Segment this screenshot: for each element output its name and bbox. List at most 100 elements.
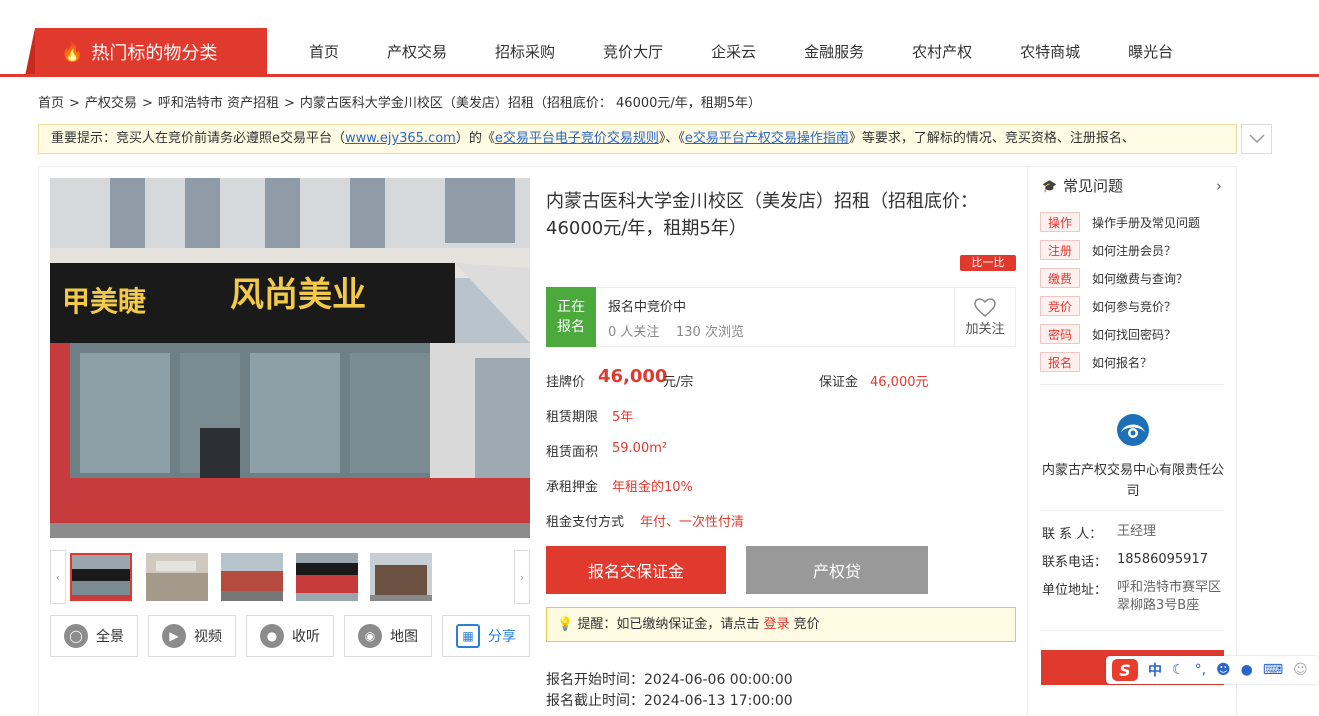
rent-deposit-label: 承租押金 [546, 480, 599, 495]
emoji-icon[interactable]: ☻ [1216, 662, 1231, 678]
category-menu-button[interactable]: 🔥 热门标的物分类 [25, 28, 267, 76]
microphone-icon: ● [260, 624, 284, 648]
lease-term-label: 租赁期限 [546, 410, 599, 425]
phone-value: 18586095917 [1117, 552, 1208, 567]
login-link[interactable]: 登录 [763, 617, 789, 632]
phone-label: 联系电话： [1042, 555, 1108, 570]
status-stats: 0 人关注 130 次浏览 [608, 325, 744, 340]
chevron-down-icon [1248, 134, 1265, 144]
deposit-reminder: 💡 提醒：如已缴纳保证金，请点击 登录 竞价 [546, 607, 1016, 642]
graduation-cap-icon: 🎓 [1042, 178, 1057, 193]
nav-item-finance[interactable]: 金融服务 [804, 41, 864, 62]
nav-item-exposure[interactable]: 曝光台 [1128, 41, 1173, 62]
faq-item-operation[interactable]: 操作 操作手册及常见问题 [1040, 211, 1230, 233]
payment-label: 租金支付方式 [546, 515, 625, 530]
lease-term-value: 5年 [612, 410, 634, 425]
flame-icon: 🔥 [61, 41, 84, 63]
microphone-icon[interactable]: ● [1241, 662, 1253, 678]
nav-item-procurement[interactable]: 企采云 [711, 41, 756, 62]
status-badge: 正在报名 [546, 287, 596, 347]
category-label: 热门标的物分类 [91, 43, 218, 64]
share-button[interactable]: ▦ 分享 [442, 615, 530, 657]
thumb-next-button[interactable]: › [514, 550, 530, 604]
faq-title: 常见问题 [1062, 177, 1123, 195]
breadcrumb-property[interactable]: 产权交易 [85, 96, 137, 111]
lightbulb-icon: 💡 [557, 617, 574, 632]
nav-item-property[interactable]: 产权交易 [387, 41, 447, 62]
breadcrumb: 首页 > 产权交易 > 呼和浩特市 资产招租 > 内蒙古医科大学金川校区（美发店）招租（招租… [38, 96, 762, 111]
vr-icon: ◯ [64, 624, 88, 648]
map-button[interactable]: ◉ 地图 [344, 615, 432, 657]
nav-item-auction[interactable]: 竞价大厅 [603, 41, 663, 62]
breadcrumb-current: 内蒙古医科大学金川校区（美发店）招租（招租底价： 46000元/年，租期5年） [299, 96, 762, 111]
view-count: 130 [675, 325, 701, 340]
ime-toolbar[interactable]: S 中 ☾ °, ☻ ● ⌨ ☺ [1106, 656, 1319, 684]
thumbnail-3[interactable] [221, 553, 283, 601]
sign-left-text: 甲美睫 [62, 285, 146, 318]
ime-mode[interactable]: 中 [1148, 660, 1162, 680]
chevron-right-icon: › [519, 570, 525, 584]
follow-button[interactable]: 加关注 [954, 288, 1015, 346]
org-name: 内蒙古产权交易中心有限责任公司 [1041, 463, 1224, 499]
punctuation-icon[interactable]: °, [1195, 662, 1206, 678]
deposit-value: 46,000元 [870, 375, 929, 390]
nav-item-mall[interactable]: 农特商城 [1020, 41, 1080, 62]
thumbnail-5[interactable] [370, 553, 432, 601]
faq-item-payment[interactable]: 缴费 如何缴费与查询？ [1040, 267, 1230, 289]
area-value: 59.00m² [612, 441, 668, 456]
faq-header[interactable]: 🎓 常见问题 › [1042, 175, 1222, 196]
guide-link[interactable]: e交易平台产权交易操作指南 [685, 131, 849, 146]
important-notice: 重要提示：竞买人在竞价前请务必遵照e交易平台（www.ejy365.com）的《… [38, 124, 1237, 154]
video-button[interactable]: ▶ 视频 [148, 615, 236, 657]
listing-photo[interactable]: 甲美睫 风尚美业 [50, 178, 530, 538]
faq-item-register[interactable]: 注册 如何注册会员？ [1040, 239, 1230, 261]
contact-value: 王经理 [1117, 524, 1157, 539]
nav-item-tender[interactable]: 招标采购 [495, 41, 555, 62]
map-pin-icon: ◉ [358, 624, 382, 648]
keyboard-icon[interactable]: ⌨ [1263, 662, 1283, 678]
sign-right-text: 风尚美业 [230, 275, 366, 315]
chevron-right-icon: › [1216, 176, 1222, 195]
storefront-image: 甲美睫 风尚美业 [50, 178, 530, 538]
side-divider [1040, 510, 1224, 511]
status-text: 报名中竞价中 [608, 300, 687, 315]
thumbnail-4[interactable] [296, 553, 358, 601]
listen-button[interactable]: ● 收听 [246, 615, 334, 657]
notice-expand-button[interactable] [1241, 124, 1272, 154]
register-deposit-button[interactable]: 报名交保证金 [546, 546, 726, 594]
nav-divider [0, 74, 1319, 77]
listing-title: 内蒙古医科大学金川校区（美发店）招租（招租底价： 46000元/年，租期5年） [546, 191, 978, 239]
site-link[interactable]: www.ejy365.com [345, 131, 456, 146]
sogou-logo-icon: S [1112, 659, 1138, 681]
thumb-prev-button[interactable]: ‹ [50, 550, 66, 604]
compare-button[interactable]: 比一比 [960, 255, 1016, 271]
faq-item-signup[interactable]: 报名 如何报名？ [1040, 351, 1230, 373]
registration-end-time: 报名截止时间：2024-06-13 17:00:00 [546, 693, 793, 709]
rules-link[interactable]: e交易平台电子竞价交易规则 [495, 131, 659, 146]
price-label: 挂牌价 [546, 375, 586, 390]
faq-item-bidding[interactable]: 竞价 如何参与竞价？ [1040, 295, 1230, 317]
side-divider [1040, 384, 1224, 385]
faq-item-password[interactable]: 密码 如何找回密码？ [1040, 323, 1230, 345]
property-loan-button[interactable]: 产权贷 [746, 546, 928, 594]
thumbnail-2[interactable] [146, 553, 208, 601]
org-logo [1115, 412, 1151, 448]
deposit-label: 保证金 [819, 375, 859, 390]
nav-item-rural[interactable]: 农村产权 [912, 41, 972, 62]
nav-menu: 首页 产权交易 招标采购 竞价大厅 企采云 金融服务 农村产权 农特商城 曝光台 [285, 28, 1197, 74]
breadcrumb-city[interactable]: 呼和浩特市 资产招租 [158, 96, 279, 111]
panorama-button[interactable]: ◯ 全景 [50, 615, 138, 657]
contact-label: 联 系 人： [1042, 527, 1103, 542]
moon-icon[interactable]: ☾ [1172, 662, 1185, 678]
video-icon: ▶ [162, 624, 186, 648]
rent-deposit-value: 年租金的10% [612, 480, 693, 495]
thumbnail-strip: ‹ › [50, 550, 530, 604]
breadcrumb-home[interactable]: 首页 [38, 96, 64, 111]
nav-item-home[interactable]: 首页 [309, 41, 339, 62]
user-icon[interactable]: ☺ [1293, 662, 1308, 678]
side-divider [1040, 630, 1224, 631]
payment-value: 年付、一次性付清 [640, 515, 745, 530]
follower-count: 0 [608, 325, 617, 340]
thumbnail-1[interactable] [70, 553, 132, 601]
price-unit: 元/宗 [663, 375, 694, 390]
